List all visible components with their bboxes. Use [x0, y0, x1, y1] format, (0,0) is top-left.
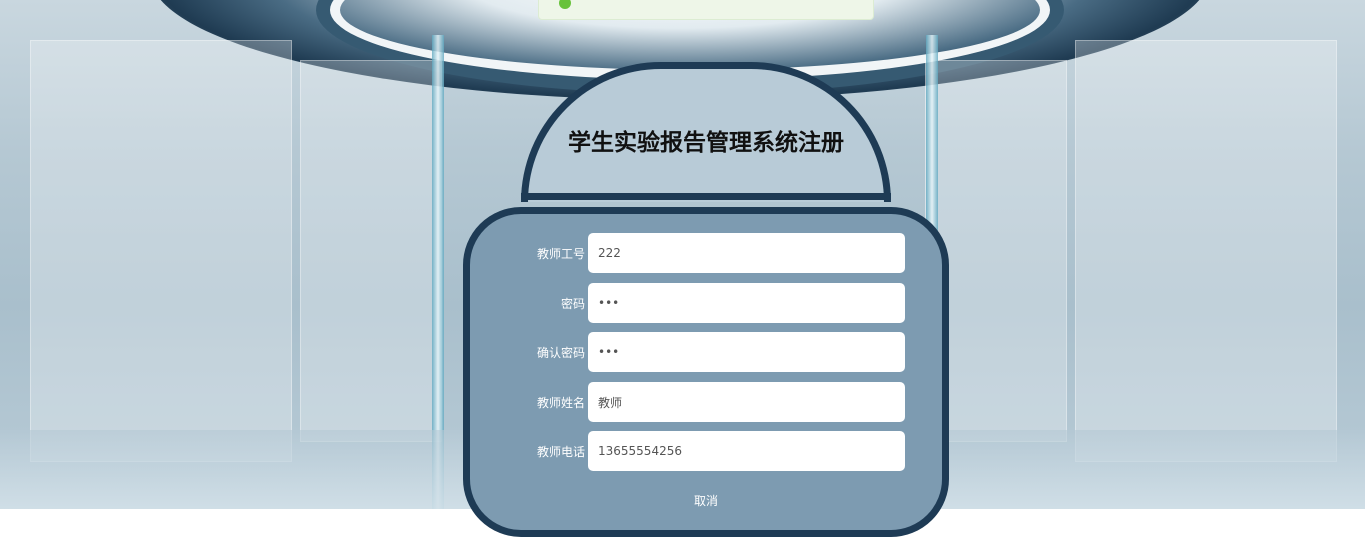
confirm-password-input[interactable]	[588, 332, 905, 372]
register-form-panel: 教师工号 密码 确认密码 教师姓名 教师电话 取消	[463, 207, 949, 537]
form-row-confirm-password: 确认密码	[470, 332, 942, 372]
teacher-id-input[interactable]	[588, 233, 905, 273]
success-check-icon	[559, 0, 571, 9]
form-row-teacher-name: 教师姓名	[470, 382, 942, 422]
form-row-teacher-id: 教师工号	[470, 233, 942, 273]
header-dome-base	[521, 193, 891, 200]
glass-panel-left	[30, 40, 292, 462]
teacher-phone-label: 教师电话	[536, 445, 585, 459]
success-toast	[538, 0, 874, 20]
form-row-password: 密码	[470, 283, 942, 323]
confirm-password-label: 确认密码	[536, 346, 585, 360]
teacher-name-input[interactable]	[588, 382, 905, 422]
password-label: 密码	[560, 297, 585, 311]
cancel-button[interactable]: 取消	[470, 492, 942, 509]
teacher-id-label: 教师工号	[536, 247, 585, 261]
teacher-phone-input[interactable]	[588, 431, 905, 471]
glass-panel-left-inner	[300, 60, 442, 442]
glass-panel-right	[1075, 40, 1337, 462]
password-input[interactable]	[588, 283, 905, 323]
form-row-teacher-phone: 教师电话	[470, 431, 942, 471]
teacher-name-label: 教师姓名	[536, 396, 585, 410]
page-title: 学生实验报告管理系统注册	[568, 130, 844, 156]
